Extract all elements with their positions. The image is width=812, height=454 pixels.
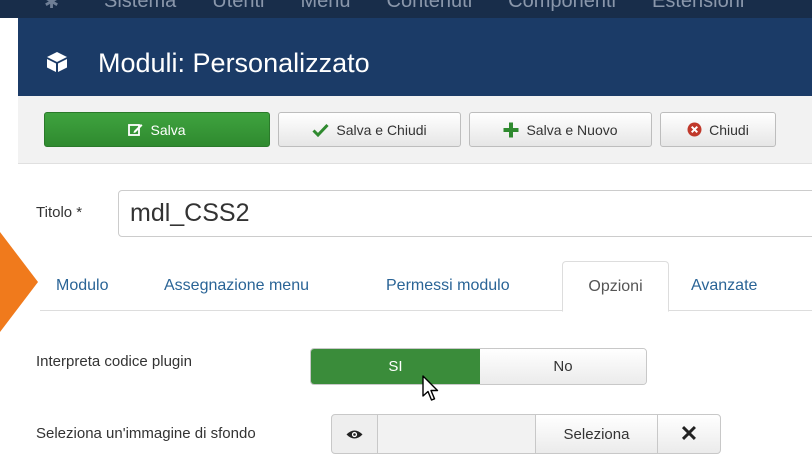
toggle-yes-button[interactable]: SI [311,349,480,384]
menu-item-utenti[interactable]: Utenti [212,0,264,13]
menu-item-menu[interactable]: Menu [301,0,351,13]
tab-permessi-modulo[interactable]: Permessi modulo [386,261,510,311]
mouse-cursor-icon [422,375,439,401]
plus-icon [503,122,519,137]
save-new-label: Salva e Nuovo [526,121,618,138]
plugin-toggle: SI No [310,348,647,385]
tab-assegnazione-menu[interactable]: Assegnazione menu [164,261,309,311]
tab-opzioni[interactable]: Opzioni [562,261,669,312]
tab-modulo[interactable]: Modulo [56,261,108,311]
bg-image-label: Seleziona un'immagine di sfondo [36,425,256,442]
page-header: Moduli: Personalizzato [18,18,812,96]
plugin-option-label: Interpreta codice plugin [36,353,192,370]
tab-bar: Modulo Assegnazione menu Permessi modulo… [40,261,812,312]
orange-arrow-icon [0,232,38,332]
save-label: Salva [150,121,186,138]
tab-avanzate[interactable]: Avanzate [691,261,757,311]
title-input[interactable]: mdl_CSS2 [118,190,812,237]
page-title: Moduli: Personalizzato [98,48,370,78]
save-close-button[interactable]: Salva e Chiudi [278,112,461,147]
save-button[interactable]: Salva [44,112,270,147]
cube-icon [47,52,67,72]
menu-item-contenuti[interactable]: Contenuti [387,0,473,13]
save-new-button[interactable]: Salva e Nuovo [469,112,652,147]
top-menu: Sistema Utenti Menu Contenuti Componenti… [104,0,744,13]
checkmark-icon [312,123,329,137]
screenshot: ✱ Sistema Utenti Menu Contenuti Componen… [0,0,812,454]
close-button[interactable]: Chiudi [660,112,776,147]
top-navbar: ✱ Sistema Utenti Menu Contenuti Componen… [0,0,812,18]
menu-item-componenti[interactable]: Componenti [508,0,616,13]
menu-item-estensioni[interactable]: Estensioni [652,0,744,13]
bg-image-path-input[interactable] [377,414,536,454]
eye-icon[interactable] [331,414,378,454]
title-field-label: Titolo * [36,204,83,221]
edit-icon [128,124,143,136]
save-close-label: Salva e Chiudi [336,121,427,138]
toggle-no-button[interactable]: No [480,349,646,384]
joomla-logo-icon[interactable]: ✱ [44,0,62,11]
menu-item-sistema[interactable]: Sistema [104,0,176,13]
clear-x-icon[interactable]: ✕ [657,414,721,454]
toolbar: Salva Salva e Chiudi Salva e Nuovo Chiud… [18,96,812,164]
select-image-button[interactable]: Seleziona [535,414,658,454]
bg-image-field: Seleziona ✕ [331,414,721,454]
close-circle-icon [687,122,702,137]
close-label: Chiudi [709,121,749,138]
